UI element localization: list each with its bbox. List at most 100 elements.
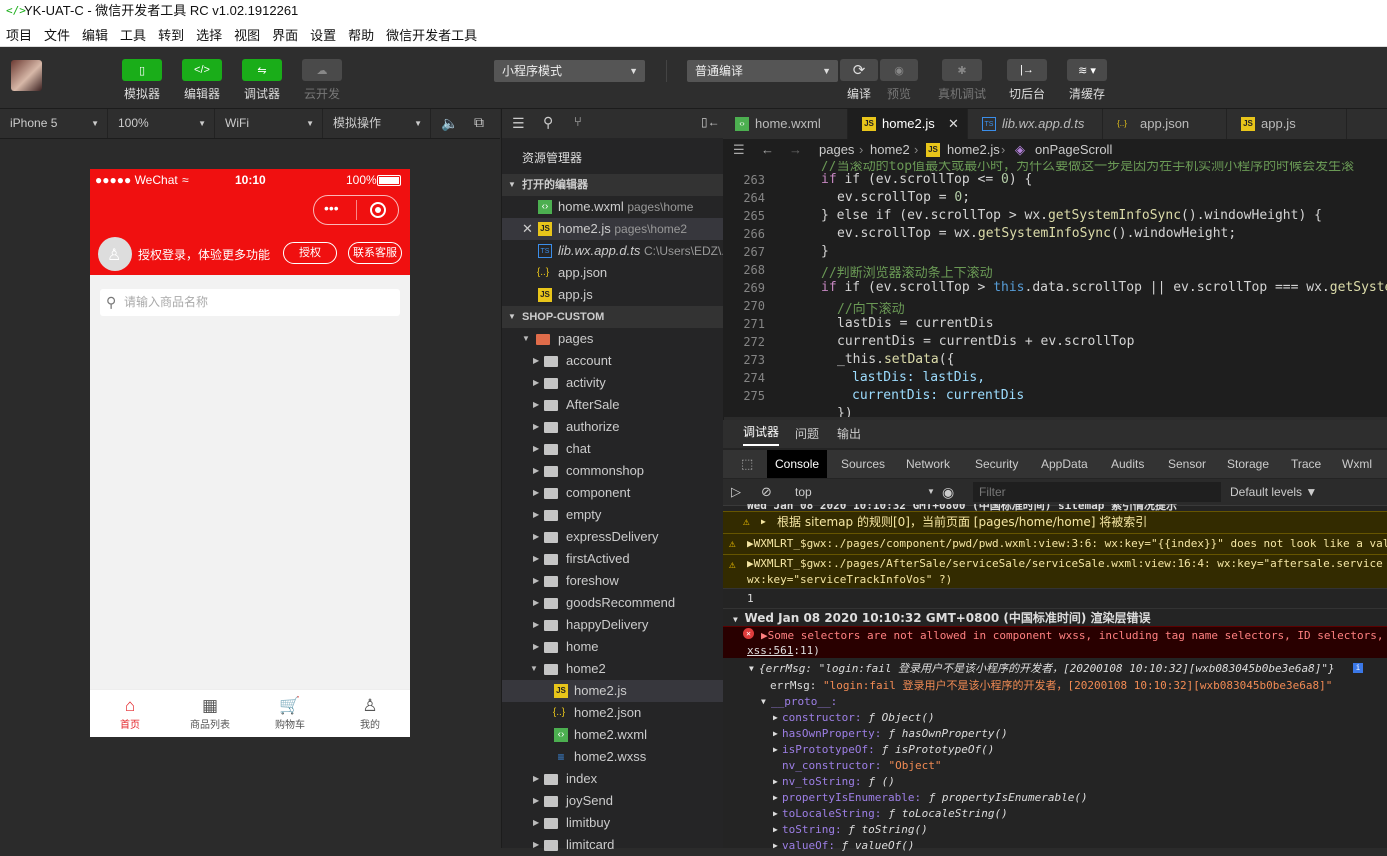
console-object[interactable]: ▼ {errMsg: "login:fail 登录用户不是该小程序的开发者，[2… bbox=[723, 660, 1387, 677]
open-file-item[interactable]: TS lib.wx.app.d.ts C:\Users\EDZ\... bbox=[502, 240, 723, 262]
folder-item[interactable]: ▶ firstActived bbox=[502, 548, 723, 570]
folder-item[interactable]: ▶ chat bbox=[502, 438, 723, 460]
tab-cart[interactable]: 🛒 购物车 bbox=[250, 690, 330, 737]
folder-item[interactable]: ▶ activity bbox=[502, 372, 723, 394]
folder-item[interactable]: ▶ commonshop bbox=[502, 460, 723, 482]
breadcrumb-item[interactable]: pages bbox=[819, 139, 854, 161]
contact-service-button[interactable]: 联系客服 bbox=[348, 242, 402, 264]
tab-console[interactable]: Console bbox=[767, 450, 828, 478]
object-proto[interactable]: ▼ __proto__: bbox=[723, 694, 1387, 710]
proto-property[interactable]: ▶ isPrototypeOf: ƒ isPrototypeOf() bbox=[723, 742, 1387, 758]
context-select[interactable]: top bbox=[795, 479, 812, 505]
menu-help[interactable]: 帮助 bbox=[342, 25, 380, 44]
code-editor[interactable]: //当滚动的top值最大或最小时，为什么要做这一步是因为在手机实测小程序的时候会… bbox=[723, 161, 1387, 417]
menu-project[interactable]: 项目 bbox=[0, 25, 38, 44]
tab-app-js[interactable]: JS app.js bbox=[1227, 109, 1347, 139]
simulate-ops-select[interactable]: 模拟操作 ▼ bbox=[323, 109, 431, 138]
device-select[interactable]: iPhone 5 ▼ bbox=[0, 109, 108, 138]
tab-debugger[interactable]: 调试器 bbox=[743, 420, 780, 446]
proto-property[interactable]: ▶ toLocaleString: ƒ toLocaleString() bbox=[723, 806, 1387, 822]
close-icon[interactable]: ✕ bbox=[522, 218, 533, 240]
collapse-panel-icon[interactable]: ▯← bbox=[701, 115, 720, 129]
tab-audits[interactable]: Audits bbox=[1111, 450, 1144, 478]
file-home2-wxml[interactable]: ‹› home2.wxml bbox=[502, 724, 723, 746]
tab-product-list[interactable]: ▦ 商品列表 bbox=[170, 690, 250, 737]
folder-item[interactable]: ▶ home bbox=[502, 636, 723, 658]
forward-arrow-icon[interactable]: → bbox=[789, 139, 802, 161]
tab-lib-wx-app-d-ts[interactable]: TS lib.wx.app.d.ts bbox=[968, 109, 1103, 139]
tab-issues[interactable]: 问题 bbox=[795, 420, 819, 448]
git-branch-icon[interactable]: ⑂ bbox=[574, 114, 582, 129]
menu-tools[interactable]: 工具 bbox=[114, 25, 152, 44]
clear-console-icon[interactable]: ⊘ bbox=[761, 479, 772, 505]
open-file-item[interactable]: ‹› home.wxml pages\home bbox=[502, 196, 723, 218]
menu-file[interactable]: 文件 bbox=[38, 25, 76, 44]
popout-window-icon[interactable]: ⧉ bbox=[474, 114, 484, 131]
breadcrumb-item[interactable]: home2.js bbox=[947, 139, 1000, 161]
log-levels-select[interactable]: Default levels ▼ bbox=[1230, 479, 1317, 505]
tab-sensor[interactable]: Sensor bbox=[1168, 450, 1206, 478]
network-select[interactable]: WiFi ▼ bbox=[215, 109, 323, 138]
folder-pages[interactable]: ▼ pages bbox=[502, 328, 723, 350]
proto-property[interactable]: nv_constructor: "Object" bbox=[723, 758, 1387, 774]
breadcrumb-item[interactable]: home2 bbox=[870, 139, 910, 161]
console-warning[interactable]: ⚠ ▶WXMLRT_$gwx:./pages/component/pwd/pwd… bbox=[723, 533, 1387, 554]
folder-item[interactable]: ▶ limitbuy bbox=[502, 812, 723, 834]
zoom-select[interactable]: 100% ▼ bbox=[108, 109, 215, 138]
project-section[interactable]: ▼ SHOP-CUSTOM bbox=[502, 306, 723, 328]
folder-item[interactable]: ▶ account bbox=[502, 350, 723, 372]
inspect-element-icon[interactable]: ⬚ bbox=[741, 450, 753, 478]
open-file-item[interactable]: JS app.js bbox=[502, 284, 723, 306]
proto-property[interactable]: ▶ hasOwnProperty: ƒ hasOwnProperty() bbox=[723, 726, 1387, 742]
tab-home-wxml[interactable]: ‹› home.wxml bbox=[723, 109, 848, 139]
close-icon[interactable]: ✕ bbox=[948, 109, 959, 139]
more-dots-icon[interactable]: ••• bbox=[324, 200, 339, 216]
debugger-toggle-button[interactable]: ⇋ 调试器 bbox=[232, 59, 292, 102]
proto-property[interactable]: ▶ nv_toString: ƒ () bbox=[723, 774, 1387, 790]
tab-storage[interactable]: Storage bbox=[1227, 450, 1269, 478]
cloud-dev-button[interactable]: ☁ 云开发 bbox=[292, 59, 352, 102]
file-home2-json[interactable]: {..} home2.json bbox=[502, 702, 723, 724]
menu-view[interactable]: 视图 bbox=[228, 25, 266, 44]
eye-icon[interactable]: ◉ bbox=[942, 479, 954, 505]
menu-interface[interactable]: 界面 bbox=[266, 25, 304, 44]
tab-sources[interactable]: Sources bbox=[841, 450, 885, 478]
console-filter-input[interactable]: Filter bbox=[973, 482, 1221, 502]
folder-item[interactable]: ▶ happyDelivery bbox=[502, 614, 723, 636]
compile-mode-select[interactable]: 普通编译 ▼ bbox=[687, 60, 838, 82]
folder-home2[interactable]: ▼ home2 bbox=[502, 658, 723, 680]
folder-item[interactable]: ▶ AfterSale bbox=[502, 394, 723, 416]
folder-item[interactable]: ▶ joySend bbox=[502, 790, 723, 812]
menu-edit[interactable]: 编辑 bbox=[76, 25, 114, 44]
tab-appdata[interactable]: AppData bbox=[1041, 450, 1088, 478]
menu-settings[interactable]: 设置 bbox=[304, 25, 342, 44]
tab-security[interactable]: Security bbox=[975, 450, 1018, 478]
product-search-input[interactable]: ⚲ 请输入商品名称 bbox=[100, 289, 400, 316]
folder-item[interactable]: ▶ index bbox=[502, 768, 723, 790]
sidebar-toggle-icon[interactable]: ▷ bbox=[731, 479, 741, 505]
file-home2-js[interactable]: JS home2.js bbox=[502, 680, 723, 702]
back-arrow-icon[interactable]: ← bbox=[761, 139, 774, 161]
proto-property[interactable]: ▶ toString: ƒ toString() bbox=[723, 822, 1387, 838]
proto-property[interactable]: ▶ propertyIsEnumerable: ƒ propertyIsEnumer… bbox=[723, 790, 1387, 806]
console-error[interactable]: ✕ ▶Some selectors are not allowed in com… bbox=[723, 626, 1387, 658]
console-warning[interactable]: ⚠ ▶WXMLRT_$gwx:./pages/AfterSale/service… bbox=[723, 554, 1387, 588]
tab-output[interactable]: 输出 bbox=[837, 420, 861, 448]
folder-item[interactable]: ▶ foreshow bbox=[502, 570, 723, 592]
tab-wxml[interactable]: Wxml bbox=[1342, 450, 1372, 478]
proto-property[interactable]: ▶ valueOf: ƒ valueOf() bbox=[723, 838, 1387, 854]
volume-icon[interactable]: 🔈 bbox=[441, 115, 458, 132]
background-button[interactable]: |→ 切后台 bbox=[997, 59, 1057, 102]
open-editors-section[interactable]: ▼ 打开的编辑器 bbox=[502, 174, 723, 196]
tab-app-json[interactable]: {..} app.json bbox=[1103, 109, 1227, 139]
folder-item[interactable]: ▶ goodsRecommend bbox=[502, 592, 723, 614]
error-source-link[interactable]: xss:561:11) bbox=[747, 643, 820, 658]
tab-network[interactable]: Network bbox=[906, 450, 950, 478]
breadcrumb-item[interactable]: onPageScroll bbox=[1035, 139, 1112, 161]
editor-toggle-button[interactable]: </> 编辑器 bbox=[172, 59, 232, 102]
simulator-toggle-button[interactable]: ▯ 模拟器 bbox=[112, 59, 172, 102]
folder-item[interactable]: ▶ expressDelivery bbox=[502, 526, 723, 548]
folder-item[interactable]: ▶ authorize bbox=[502, 416, 723, 438]
proto-property[interactable]: ▶ constructor: ƒ Object() bbox=[723, 710, 1387, 726]
console-warning[interactable]: ⚠ ▶ 根据 sitemap 的规则[0]，当前页面 [pages/home/h… bbox=[723, 511, 1387, 533]
